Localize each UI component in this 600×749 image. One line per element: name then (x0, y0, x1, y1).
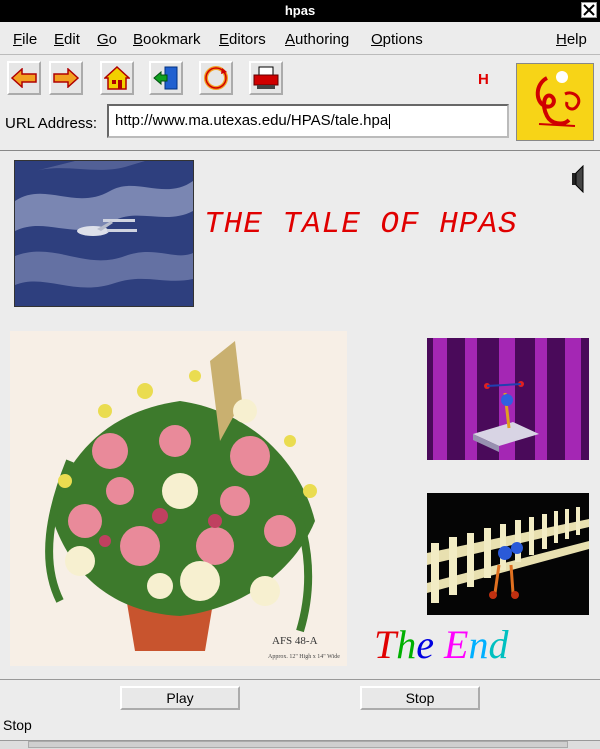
starship-image (14, 160, 194, 307)
stop-button[interactable]: Stop (360, 686, 480, 710)
forward-button[interactable] (49, 61, 83, 95)
exit-icon (153, 66, 178, 90)
window-title: hpas (284, 3, 316, 18)
reload-button[interactable] (199, 61, 233, 95)
flower-bouquet-image: AFS 48-A Approx. 12" High x 14" Wide (10, 331, 347, 666)
play-button[interactable]: Play (120, 686, 240, 710)
back-button[interactable] (7, 61, 41, 95)
menu-options[interactable]: Options (371, 31, 423, 48)
the-end-letter: n (468, 622, 489, 667)
document-view: THE TALE OF HPAS AFS 48-A Approx. 12" Hi… (0, 151, 600, 678)
the-end-letter: d (488, 622, 509, 667)
status-text: Stop (3, 717, 32, 733)
photo-label: AFS 48-A (272, 635, 318, 647)
menu-editors[interactable]: Editors (219, 31, 266, 48)
the-end-letter: e (416, 622, 435, 667)
the-end-letter (434, 622, 444, 667)
status-indicator: H (478, 71, 489, 88)
close-icon[interactable] (581, 2, 597, 18)
menu-bar: File Edit Go Bookmark Editors Authoring … (0, 24, 600, 55)
playback-controls: Play Stop (0, 679, 600, 718)
the-end-letter: h (396, 622, 417, 667)
the-end-text: The End (374, 621, 508, 668)
print-icon (253, 66, 279, 89)
speaker-icon[interactable] (572, 164, 584, 198)
reload-icon (204, 66, 228, 90)
scrollbar-thumb[interactable] (28, 741, 568, 748)
menu-file[interactable]: File (13, 31, 37, 48)
toolbar: H URL Address: http://www.ma.utexas.edu/… (0, 55, 600, 151)
print-button[interactable] (249, 61, 283, 95)
home-icon (104, 66, 130, 90)
url-label: URL Address: (5, 115, 97, 132)
url-input[interactable]: http://www.ma.utexas.edu/HPAS/tale.hpa (107, 104, 509, 138)
page-heading: THE TALE OF HPAS (204, 207, 518, 242)
menu-authoring[interactable]: Authoring (285, 31, 349, 48)
photo-note: Approx. 12" High x 14" Wide (268, 654, 340, 660)
app-logo (516, 63, 594, 141)
juggler-curtain-image (427, 338, 589, 460)
menu-bookmark[interactable]: Bookmark (133, 31, 201, 48)
back-icon (11, 68, 37, 88)
forward-icon (53, 68, 79, 88)
the-end-letter: E (444, 622, 469, 667)
fence-scene-image (427, 493, 589, 615)
home-button[interactable] (100, 61, 134, 95)
the-end-letter: T (374, 622, 397, 667)
title-bar: hpas (0, 0, 600, 22)
menu-edit[interactable]: Edit (54, 31, 80, 48)
menu-go[interactable]: Go (97, 31, 117, 48)
menu-help[interactable]: Help (556, 31, 587, 48)
exit-button[interactable] (149, 61, 183, 95)
